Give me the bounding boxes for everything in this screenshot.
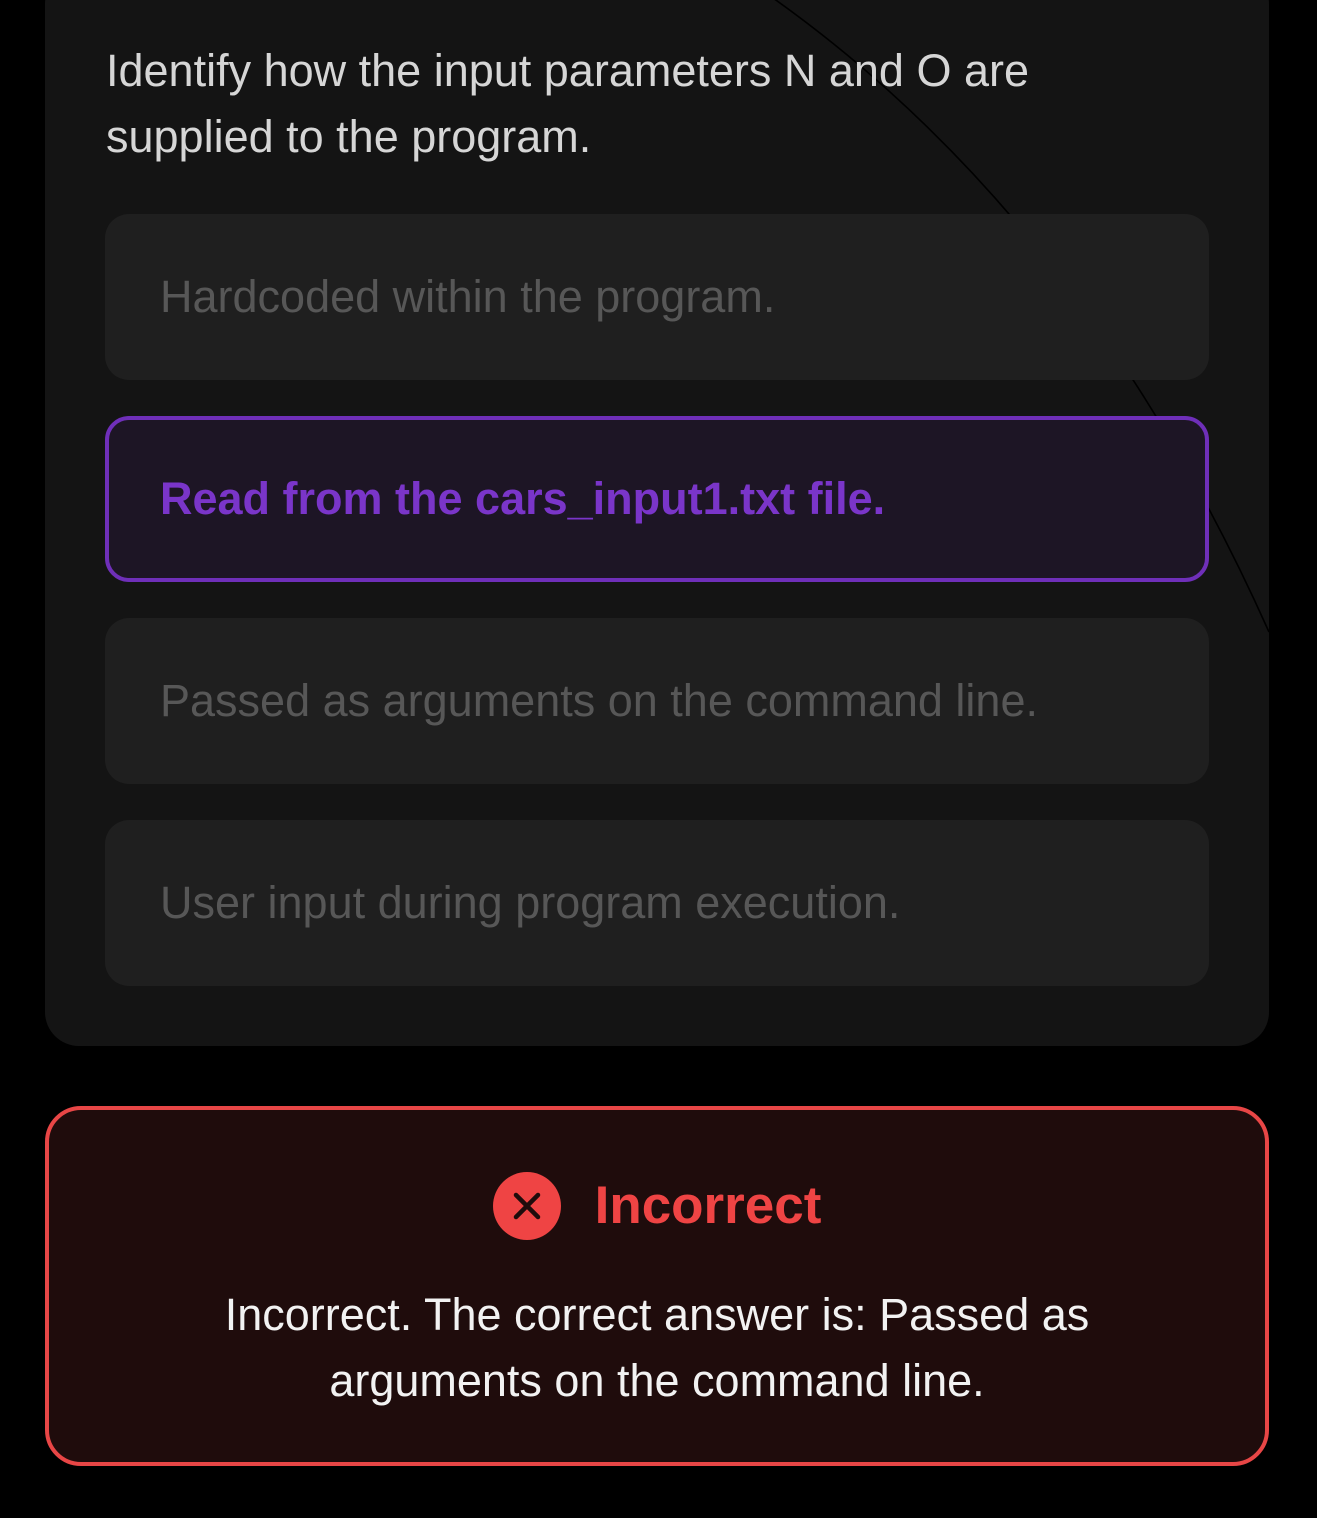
feedback-message: Incorrect. The correct answer is: Passed… <box>224 1289 1090 1406</box>
answer-option-label: Passed as arguments on the command line. <box>160 675 1038 726</box>
answer-option-label: Read from the cars_input1.txt file. <box>160 473 886 524</box>
question-text: Identify how the input parameters N and … <box>106 45 1030 162</box>
feedback-card: Incorrect Incorrect. The correct answer … <box>45 1106 1269 1466</box>
feedback-title: Incorrect <box>594 1176 822 1235</box>
answer-option-user-input[interactable]: User input during program execution. <box>105 820 1209 986</box>
answer-option-command-line[interactable]: Passed as arguments on the command line. <box>105 618 1209 784</box>
close-circle-icon <box>492 1172 561 1240</box>
answer-option-hardcoded[interactable]: Hardcoded within the program. <box>105 214 1209 380</box>
feedback-header: Incorrect <box>49 1172 1265 1240</box>
answer-option-label: User input during program execution. <box>160 877 901 928</box>
question-card: Identify how the input parameters N and … <box>45 0 1269 1046</box>
answer-option-read-file-selected[interactable]: Read from the cars_input1.txt file. <box>105 416 1209 582</box>
answer-option-label: Hardcoded within the program. <box>160 271 776 322</box>
